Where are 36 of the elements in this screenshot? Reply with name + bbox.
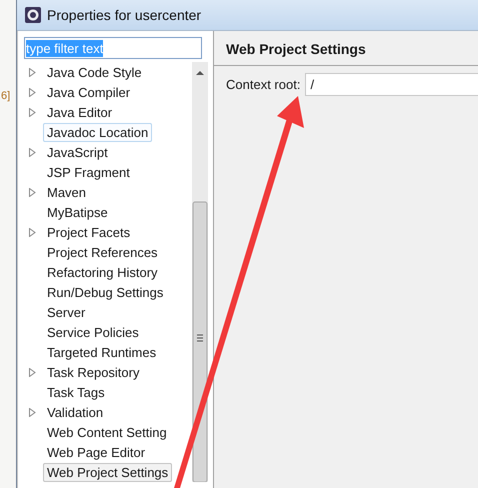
tree-item[interactable]: Project Facets bbox=[43, 222, 134, 242]
tree-item[interactable]: Validation bbox=[43, 402, 108, 422]
tree-item[interactable]: Refactoring History bbox=[43, 262, 162, 282]
scrollbar-drawing[interactable] bbox=[192, 62, 208, 482]
tree-item[interactable]: Run/Debug Settings bbox=[43, 282, 168, 302]
tree-item[interactable]: JSP Fragment bbox=[43, 162, 134, 182]
tree-item[interactable]: Web Content Setting bbox=[43, 422, 171, 442]
tree-item[interactable]: Server bbox=[43, 302, 90, 322]
eclipse-icon bbox=[25, 7, 41, 23]
context-root-field[interactable]: / bbox=[305, 73, 478, 96]
expand-icon[interactable] bbox=[29, 148, 36, 156]
expand-icon[interactable] bbox=[29, 408, 36, 416]
tree-item[interactable]: Java Editor bbox=[43, 102, 116, 122]
expand-icon[interactable] bbox=[29, 228, 36, 236]
tree-item[interactable]: Project References bbox=[43, 242, 162, 262]
tree-item[interactable]: Java Code Style bbox=[43, 62, 146, 82]
expand-icon[interactable] bbox=[29, 88, 36, 96]
tree-item[interactable]: Javadoc Location bbox=[43, 122, 152, 142]
tree-item[interactable]: Java Compiler bbox=[43, 82, 134, 102]
tree-item[interactable]: Web Page Editor bbox=[43, 442, 150, 462]
page-title: Web Project Settings bbox=[214, 31, 478, 66]
tree-item[interactable]: Task Repository bbox=[43, 362, 144, 382]
background-text: 6] bbox=[1, 90, 12, 102]
expand-icon[interactable] bbox=[29, 68, 36, 76]
tree-item[interactable]: JavaScript bbox=[43, 142, 112, 162]
expand-icon[interactable] bbox=[29, 368, 36, 376]
tree-item[interactable]: Maven bbox=[43, 182, 90, 202]
field-label: Context root: bbox=[226, 77, 300, 92]
tree-item[interactable]: Web Project Settings bbox=[43, 462, 172, 482]
window-title: Properties for usercenter bbox=[47, 7, 202, 23]
expand-icon[interactable] bbox=[29, 188, 36, 196]
expand-icon[interactable] bbox=[29, 108, 36, 116]
tree-item[interactable]: MyBatipse bbox=[43, 202, 112, 222]
tree-item[interactable]: Targeted Runtimes bbox=[43, 342, 160, 362]
tree-item[interactable]: Task Tags bbox=[43, 382, 109, 402]
tree-item[interactable]: Service Policies bbox=[43, 322, 143, 342]
